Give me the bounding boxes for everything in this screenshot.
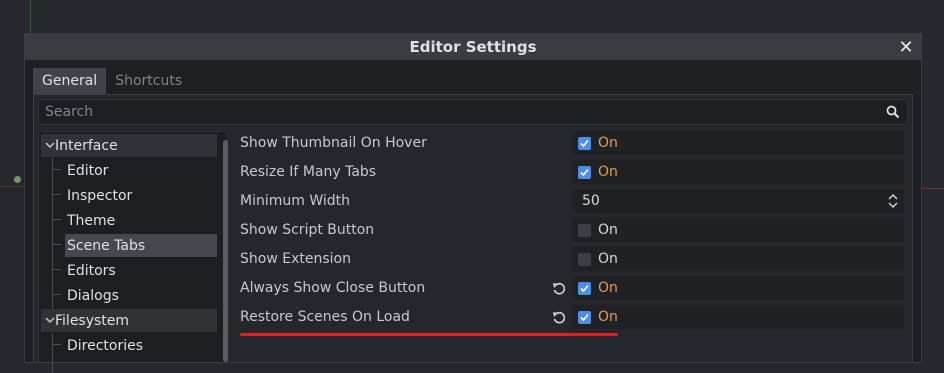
tree-category-interface[interactable]: Interface xyxy=(41,134,217,157)
property-label: Show Thumbnail On Hover xyxy=(240,135,427,151)
viewport-axis-horizontal-right xyxy=(922,188,944,189)
checkbox-value: On xyxy=(598,309,618,325)
close-icon[interactable]: ✕ xyxy=(895,36,917,58)
checkbox-always-show-close-button[interactable]: On xyxy=(572,276,904,300)
property-label: Always Show Close Button xyxy=(240,280,426,296)
checkbox-restore-scenes-on-load[interactable]: On xyxy=(572,305,904,329)
checkbox-value: On xyxy=(598,164,618,180)
property-label: Show Script Button xyxy=(240,222,375,238)
tree-item-label: Scene Tabs xyxy=(67,237,146,254)
checkbox-show-extension[interactable]: On xyxy=(572,247,904,271)
spinner-arrows-icon[interactable] xyxy=(888,193,898,209)
tree-item-editors[interactable]: Editors xyxy=(41,259,217,282)
checkbox-unchecked-icon[interactable] xyxy=(578,223,591,237)
checkbox-value: On xyxy=(598,222,618,238)
tree-item-label: Dialogs xyxy=(67,287,119,304)
window-title: Editor Settings xyxy=(409,38,537,56)
search-input[interactable]: Search xyxy=(38,99,908,125)
checkbox-resize-if-many-tabs[interactable]: On xyxy=(572,160,904,184)
tree-item-label: Inspector xyxy=(67,187,133,204)
tree-item-label: Interface xyxy=(55,137,118,154)
property-list: Show Thumbnail On Hover On Resize If Man… xyxy=(234,131,908,362)
checkbox-checked-icon[interactable] xyxy=(578,165,591,179)
tree-item-label: Theme xyxy=(67,212,116,229)
tree-category-filesystem[interactable]: Filesystem xyxy=(41,309,217,332)
checkbox-value: On xyxy=(598,280,618,296)
property-row-show-script-button: Show Script Button On xyxy=(234,217,908,243)
revert-icon[interactable] xyxy=(552,281,566,295)
checkbox-value: On xyxy=(598,251,618,267)
viewport-origin-dot xyxy=(14,176,21,183)
chevron-down-icon[interactable] xyxy=(45,140,55,150)
spinbox-value: 50 xyxy=(582,193,600,209)
tree-item-label: Editors xyxy=(67,262,116,279)
tree-item-label: Editor xyxy=(67,162,109,179)
checkbox-checked-icon[interactable] xyxy=(578,281,591,295)
checkbox-unchecked-icon[interactable] xyxy=(578,252,591,266)
tree-item-theme[interactable]: Theme xyxy=(41,209,217,232)
tree-item-dialogs[interactable]: Dialogs xyxy=(41,284,217,307)
property-row-always-show-close-button: Always Show Close Button On xyxy=(234,275,908,301)
property-row-show-extension: Show Extension On xyxy=(234,246,908,272)
tree-guide-branch xyxy=(52,244,61,245)
settings-panel: Search Interface Editor Inspector Theme … xyxy=(33,94,913,373)
property-row-resize-if-many-tabs: Resize If Many Tabs On xyxy=(234,159,908,185)
checkbox-checked-icon[interactable] xyxy=(578,136,591,150)
revert-icon[interactable] xyxy=(552,310,566,324)
property-label: Minimum Width xyxy=(240,193,351,209)
tab-bar: General Shortcuts xyxy=(33,68,191,94)
tree-item-label: Directories xyxy=(67,337,144,354)
property-row-minimum-width: Minimum Width 50 xyxy=(234,188,908,214)
property-label: Restore Scenes On Load xyxy=(240,309,410,325)
property-label: Show Extension xyxy=(240,251,351,267)
tab-shortcuts[interactable]: Shortcuts xyxy=(106,68,191,94)
chevron-down-icon[interactable] xyxy=(45,315,55,325)
property-label: Resize If Many Tabs xyxy=(240,164,377,180)
viewport-axis-horizontal xyxy=(0,186,24,187)
property-row-restore-scenes-on-load: Restore Scenes On Load On xyxy=(234,304,908,330)
checkbox-value: On xyxy=(598,135,618,151)
tree-scrollbar[interactable] xyxy=(223,140,228,362)
tab-general[interactable]: General xyxy=(33,68,107,94)
tree-item-directories[interactable]: Directories xyxy=(41,334,217,357)
property-row-show-thumbnail-on-hover: Show Thumbnail On Hover On xyxy=(234,130,908,156)
editor-settings-window: Editor Settings ✕ General Shortcuts Sear… xyxy=(24,33,922,373)
checkbox-show-script-button[interactable]: On xyxy=(572,218,904,242)
settings-section-tree: Interface Editor Inspector Theme Scene T… xyxy=(38,131,228,373)
checkbox-show-thumbnail-on-hover[interactable]: On xyxy=(572,131,904,155)
search-placeholder: Search xyxy=(45,104,94,120)
window-titlebar[interactable]: Editor Settings xyxy=(25,34,921,60)
tree-item-label: Filesystem xyxy=(55,312,130,329)
tree-item-scene-tabs[interactable]: Scene Tabs xyxy=(65,234,217,257)
minimum-width-spinbox[interactable]: 50 xyxy=(572,189,904,213)
highlight-underline xyxy=(240,333,618,336)
search-icon xyxy=(885,104,901,120)
tree-item-inspector[interactable]: Inspector xyxy=(41,184,217,207)
tree-item-editor[interactable]: Editor xyxy=(41,159,217,182)
checkbox-checked-icon[interactable] xyxy=(578,310,591,324)
